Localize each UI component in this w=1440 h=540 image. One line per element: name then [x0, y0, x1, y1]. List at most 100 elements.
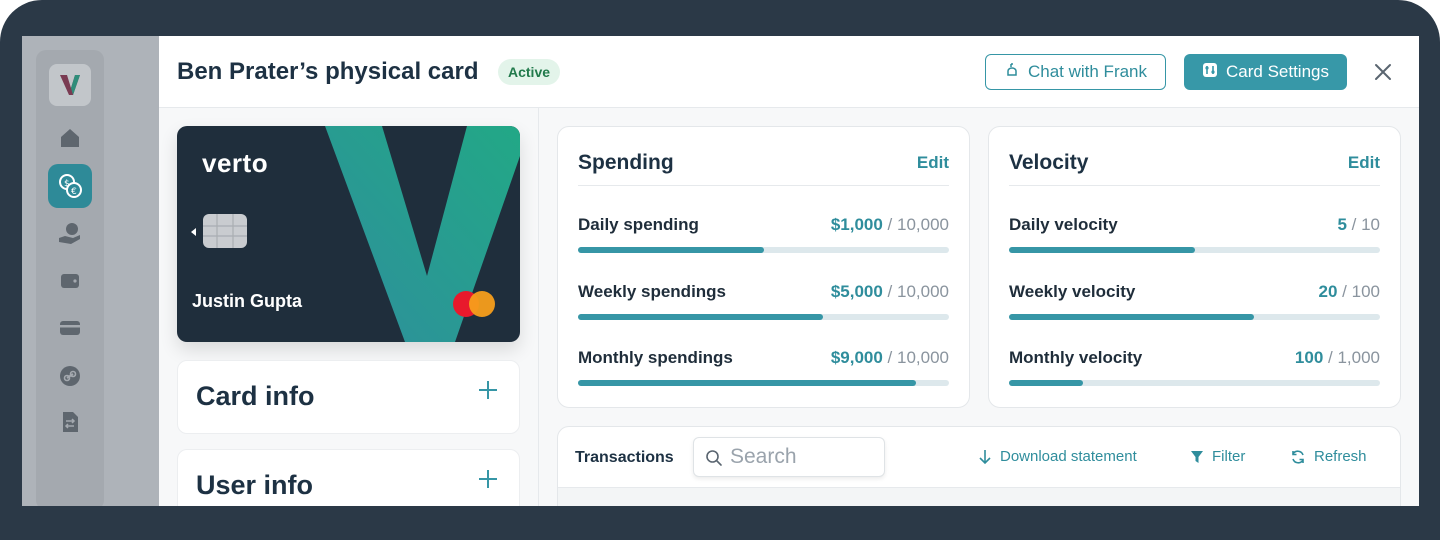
progress-track — [578, 247, 949, 253]
velocity-title: Velocity — [1009, 151, 1089, 174]
row-limit: / 10 — [1346, 215, 1380, 234]
velocity-limits-card: Velocity Edit Daily velocity 5 / 10 Week… — [988, 126, 1401, 408]
progress-track — [578, 314, 949, 320]
row-amount: $5,000 — [830, 282, 883, 301]
row-label: Daily spending — [578, 215, 699, 234]
filter-button[interactable]: Filter — [1190, 448, 1245, 465]
document-transfer-icon[interactable] — [56, 408, 84, 436]
daily-velocity-row: Daily velocity 5 / 10 — [1009, 215, 1380, 255]
card-detail-panel: Ben Prater’s physical card Active Chat w… — [159, 36, 1419, 506]
divider — [578, 185, 949, 186]
panel-header: Ben Prater’s physical card Active Chat w… — [159, 36, 1419, 108]
progress-fill — [578, 247, 764, 253]
refresh-icon — [1292, 449, 1304, 464]
card-settings-button[interactable]: Card Settings — [1184, 54, 1347, 90]
progress-track — [1009, 247, 1380, 253]
row-amount: 100 — [1294, 348, 1324, 367]
progress-fill — [1009, 314, 1254, 320]
search-input[interactable] — [730, 444, 880, 470]
refresh-button[interactable]: Refresh — [1290, 448, 1367, 465]
page-title: Ben Prater’s physical card — [177, 58, 479, 85]
row-value: 100 / 1,000 — [1295, 348, 1380, 368]
spending-title: Spending — [578, 151, 674, 174]
row-label: Daily velocity — [1009, 215, 1118, 234]
progress-track — [578, 380, 949, 386]
row-value: 20 / 100 — [1319, 282, 1380, 302]
chat-with-frank-button[interactable]: Chat with Frank — [985, 54, 1166, 90]
transactions-card: Transactions Download statement Filter R… — [557, 426, 1401, 506]
filter-label: Filter — [1212, 448, 1246, 465]
row-amount: 5 — [1337, 215, 1347, 234]
row-value: 5 / 10 — [1337, 215, 1380, 235]
chip-icon — [191, 214, 247, 248]
plus-icon[interactable] — [477, 468, 499, 490]
credit-card-icon[interactable] — [56, 314, 84, 342]
progress-fill — [1009, 247, 1195, 253]
progress-fill — [578, 380, 916, 386]
row-limit: / 1,000 — [1323, 348, 1380, 367]
svg-text:$: $ — [64, 179, 70, 189]
row-amount: $9,000 — [830, 348, 883, 367]
home-icon[interactable] — [56, 124, 84, 152]
row-limit: / 100 — [1337, 282, 1380, 301]
plus-icon[interactable] — [477, 379, 499, 401]
cardholder-name: Justin Gupta — [192, 291, 303, 311]
download-statement-button[interactable]: Download statement — [978, 448, 1137, 465]
row-value: $9,000 / 10,000 — [831, 348, 949, 368]
app-logo[interactable] — [49, 64, 91, 106]
weekly-velocity-row: Weekly velocity 20 / 100 — [1009, 282, 1380, 322]
settings-icon — [1202, 62, 1218, 83]
sidebar-rail: $ € — [36, 50, 104, 506]
progress-track — [1009, 314, 1380, 320]
row-value: $1,000 / 10,000 — [831, 215, 949, 235]
download-label: Download statement — [1000, 448, 1137, 465]
weekly-spending-row: Weekly spendings $5,000 / 10,000 — [578, 282, 949, 322]
row-amount: $1,000 — [830, 215, 883, 234]
card-info-label: Card info — [196, 381, 315, 411]
daily-spending-row: Daily spending $1,000 / 10,000 — [578, 215, 949, 255]
limits-area: Spending Edit Daily spending $1,000 / 10… — [539, 108, 1419, 506]
download-arrow-icon — [979, 449, 991, 464]
row-limit: / 10,000 — [882, 215, 949, 234]
transactions-title: Transactions — [575, 449, 674, 466]
link-icon[interactable] — [56, 362, 84, 390]
exchange-currency-icon[interactable]: $ € — [48, 164, 92, 208]
payment-card-visual: verto Justin Gupta — [177, 126, 520, 342]
chat-button-label: Chat with Frank — [1027, 62, 1148, 81]
transactions-table-header — [558, 487, 1400, 506]
row-label: Weekly velocity — [1009, 282, 1136, 301]
user-info-label: User info — [196, 470, 314, 500]
spending-edit-link[interactable]: Edit — [917, 153, 949, 173]
progress-fill — [578, 314, 823, 320]
monthly-spending-row: Monthly spendings $9,000 / 10,000 — [578, 348, 949, 388]
svg-text:€: € — [71, 187, 77, 197]
wallet-icon[interactable] — [56, 266, 84, 294]
row-label: Monthly velocity — [1009, 348, 1143, 367]
row-limit: / 10,000 — [882, 348, 949, 367]
user-info-accordion[interactable]: User info — [177, 449, 520, 506]
card-brand-logo: verto — [202, 148, 269, 178]
refresh-label: Refresh — [1314, 448, 1367, 465]
settings-button-label: Card Settings — [1226, 62, 1329, 81]
card-info-accordion[interactable]: Card info — [177, 360, 520, 434]
hand-money-icon[interactable] — [56, 220, 84, 248]
progress-track — [1009, 380, 1380, 386]
row-limit: / 10,000 — [882, 282, 949, 301]
close-icon[interactable] — [1371, 60, 1395, 84]
row-value: $5,000 / 10,000 — [831, 282, 949, 302]
card-overview-column: verto Justin Gupta Card info User info — [159, 108, 539, 506]
divider — [1009, 185, 1380, 186]
spending-limits-card: Spending Edit Daily spending $1,000 / 10… — [557, 126, 970, 408]
row-amount: 20 — [1318, 282, 1338, 301]
row-label: Monthly spendings — [578, 348, 733, 367]
monthly-velocity-row: Monthly velocity 100 / 1,000 — [1009, 348, 1380, 388]
row-label: Weekly spendings — [578, 282, 727, 301]
progress-fill — [1009, 380, 1084, 386]
search-icon — [706, 450, 722, 466]
status-badge: Active — [498, 59, 561, 85]
filter-icon — [1191, 450, 1203, 463]
sidebar-nav: $ € — [22, 36, 159, 506]
mastercard-logo-icon — [453, 291, 495, 317]
velocity-edit-link[interactable]: Edit — [1348, 153, 1380, 173]
transactions-search — [693, 437, 885, 477]
